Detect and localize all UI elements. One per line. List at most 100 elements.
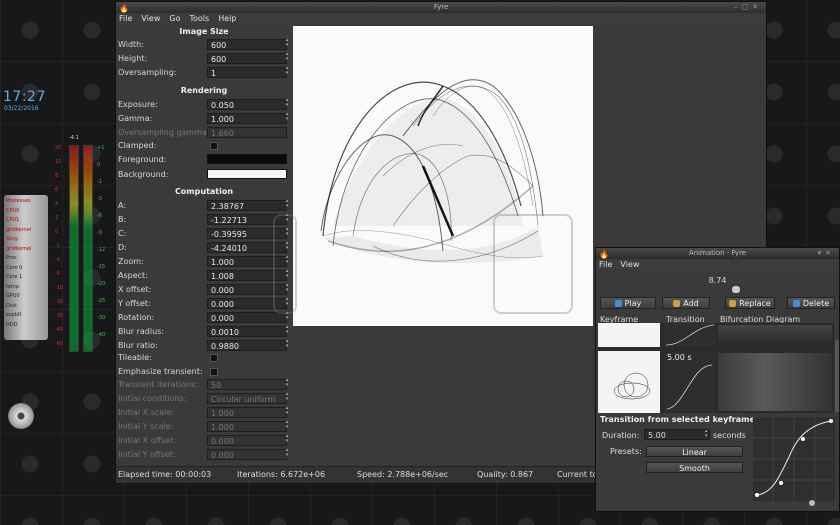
computation-0-input[interactable]: 2.38767 bbox=[207, 200, 287, 211]
curve-control-point[interactable] bbox=[801, 437, 805, 441]
main-menubar: File View Go Tools Help bbox=[116, 13, 766, 24]
transition-curve-editor[interactable] bbox=[753, 417, 835, 501]
spin-arrows-icon[interactable]: ▴ ▾ bbox=[284, 325, 290, 336]
tileable-checkbox[interactable] bbox=[210, 354, 218, 362]
initial-3-label: Initial Y scale: bbox=[118, 422, 174, 431]
row-computation-7: Y offset: 0.000 ▴ ▾ bbox=[118, 297, 290, 310]
curve-scroll-handle[interactable] bbox=[809, 500, 815, 506]
menu-help[interactable]: Help bbox=[218, 13, 236, 24]
spin-arrows-icon[interactable]: ▴ ▾ bbox=[284, 112, 290, 123]
image-size-0-input[interactable]: 600 bbox=[207, 39, 287, 50]
meter-tick-left: -60 bbox=[55, 341, 64, 347]
sysmon-line: espb0 bbox=[6, 312, 22, 318]
main-titlebar[interactable]: 🔥 Fyre –□✕ bbox=[116, 2, 766, 13]
gamma-input[interactable]: 1.000 bbox=[207, 113, 287, 124]
anim-menu-file[interactable]: File bbox=[599, 259, 612, 270]
window-controls[interactable]: ▾✕ bbox=[818, 248, 835, 259]
spin-arrows-icon[interactable]: ▴ ▾ bbox=[284, 406, 290, 417]
row-image-size-1: Height: 600 ▴ ▾ bbox=[118, 52, 290, 65]
meter-tick-right: -40 bbox=[97, 332, 106, 338]
spin-arrows-icon[interactable]: ▴ ▾ bbox=[284, 199, 290, 210]
background-tile-decoration bbox=[493, 214, 573, 314]
computation-6-label: X offset: bbox=[118, 285, 152, 294]
foreground-label: Foreground: bbox=[118, 155, 167, 164]
spin-arrows-icon[interactable]: ▴ ▾ bbox=[284, 339, 290, 350]
spin-arrows-icon[interactable]: ▴ ▾ bbox=[705, 429, 708, 439]
menu-view[interactable]: View bbox=[141, 13, 160, 24]
curve-control-point[interactable] bbox=[829, 419, 833, 423]
spin-arrows-icon[interactable]: ▴ ▾ bbox=[284, 98, 290, 109]
animation-menubar: File View bbox=[596, 259, 839, 270]
add-keyframe-button[interactable]: Add bbox=[662, 297, 710, 309]
delete-keyframe-button[interactable]: Delete bbox=[787, 297, 835, 309]
anim-menu-view[interactable]: View bbox=[620, 259, 639, 270]
clamped-checkbox[interactable] bbox=[210, 142, 218, 150]
replace-keyframe-button[interactable]: Replace bbox=[725, 297, 775, 309]
duration-input[interactable]: 5.00 bbox=[644, 429, 710, 440]
row-image-size-2: Oversampling: 1 ▴ ▾ bbox=[118, 66, 290, 79]
initial-0-input[interactable]: 50 bbox=[207, 379, 287, 390]
meter-tick-left: -30 bbox=[55, 313, 64, 319]
delete-icon bbox=[792, 300, 800, 307]
computation-8-input[interactable]: 0.000 bbox=[207, 312, 287, 323]
meter-tick-right: -30 bbox=[97, 315, 106, 321]
add-label: Add bbox=[683, 299, 699, 308]
row-clamped: Clamped: bbox=[118, 139, 290, 152]
spin-arrows-icon[interactable]: ▴ ▾ bbox=[284, 392, 290, 403]
play-icon bbox=[614, 300, 622, 307]
initial-1-input[interactable]: Circular uniform bbox=[207, 393, 287, 404]
image-size-2-input[interactable]: 1 bbox=[207, 67, 287, 78]
meter-top-value: -4.1 bbox=[69, 135, 79, 141]
main-window-title: Fyre bbox=[433, 3, 449, 11]
spin-arrows-icon[interactable]: ▴ ▾ bbox=[284, 38, 290, 49]
computation-9-input[interactable]: 0.0010 bbox=[207, 326, 287, 337]
spin-arrows-icon[interactable]: ▴ ▾ bbox=[284, 434, 290, 445]
spin-arrows-icon[interactable]: ▴ ▾ bbox=[284, 66, 290, 77]
time-slider-handle[interactable] bbox=[732, 286, 740, 293]
disc-icon[interactable] bbox=[8, 403, 34, 429]
transition-preview-selected: 5.00 s bbox=[664, 351, 716, 413]
row-computation-4: Zoom: 1.000 ▴ ▾ bbox=[118, 255, 290, 268]
keyframe-list-scrollbar[interactable] bbox=[835, 340, 839, 412]
keyframe-list[interactable]: 5.00 s bbox=[598, 323, 834, 413]
keyframe-thumbnail-selected[interactable] bbox=[598, 351, 660, 413]
gamma-label: Gamma: bbox=[118, 114, 153, 123]
initial-5-input[interactable]: 0.000 bbox=[207, 449, 287, 460]
background-color-button[interactable] bbox=[207, 169, 287, 179]
meter-tick-left: -2 bbox=[55, 243, 60, 249]
initial-3-input[interactable]: 1.000 bbox=[207, 421, 287, 432]
os-gamma-input[interactable]: 1.660 bbox=[207, 127, 287, 138]
exposure-input[interactable]: 0.050 bbox=[207, 99, 287, 110]
initial-5-label: Initial Y offset: bbox=[118, 450, 176, 459]
computation-10-input[interactable]: 0.9880 bbox=[207, 340, 287, 351]
spin-arrows-icon[interactable]: ▴ ▾ bbox=[284, 420, 290, 431]
preset-smooth-button[interactable]: Smooth bbox=[646, 462, 743, 473]
computation-1-label: B: bbox=[118, 215, 127, 224]
spin-arrows-icon[interactable]: ▴ ▾ bbox=[284, 52, 290, 63]
menu-file[interactable]: File bbox=[119, 13, 132, 24]
emphasize-checkbox[interactable] bbox=[210, 368, 218, 376]
row-computation-10: Blur ratio: 0.9880 ▴ ▾ bbox=[118, 339, 290, 352]
spin-arrows-icon[interactable]: ▴ ▾ bbox=[284, 448, 290, 459]
image-size-1-input[interactable]: 600 bbox=[207, 53, 287, 64]
preset-linear-button[interactable]: Linear bbox=[646, 446, 743, 457]
spin-arrows-icon[interactable]: ▴ ▾ bbox=[284, 378, 290, 389]
menu-tools[interactable]: Tools bbox=[189, 13, 209, 24]
animation-titlebar[interactable]: 🔥 Animation - Fyre ▾✕ bbox=[596, 248, 839, 259]
play-button[interactable]: Play bbox=[600, 297, 656, 309]
foreground-color-button[interactable] bbox=[207, 154, 287, 164]
sysmon-line: Xorg bbox=[6, 236, 18, 242]
initial-2-input[interactable]: 1.000 bbox=[207, 407, 287, 418]
computation-5-label: Aspect: bbox=[118, 271, 148, 280]
curve-control-point[interactable] bbox=[755, 493, 759, 497]
meter-tick-right: -20 bbox=[97, 281, 106, 287]
row-computation-1: B: -1.22713 ▴ ▾ bbox=[118, 213, 290, 226]
meter-bar-left bbox=[69, 145, 79, 352]
window-controls[interactable]: –□✕ bbox=[734, 2, 762, 13]
curve-control-point[interactable] bbox=[779, 481, 783, 485]
initial-4-input[interactable]: 0.000 bbox=[207, 435, 287, 446]
meter-tick-right: -6 bbox=[97, 213, 102, 219]
row-initial-0: Transient iterations: 50 ▴ ▾ bbox=[118, 378, 290, 391]
menu-go[interactable]: Go bbox=[169, 13, 180, 24]
keyframe-thumbnail[interactable] bbox=[598, 323, 660, 347]
